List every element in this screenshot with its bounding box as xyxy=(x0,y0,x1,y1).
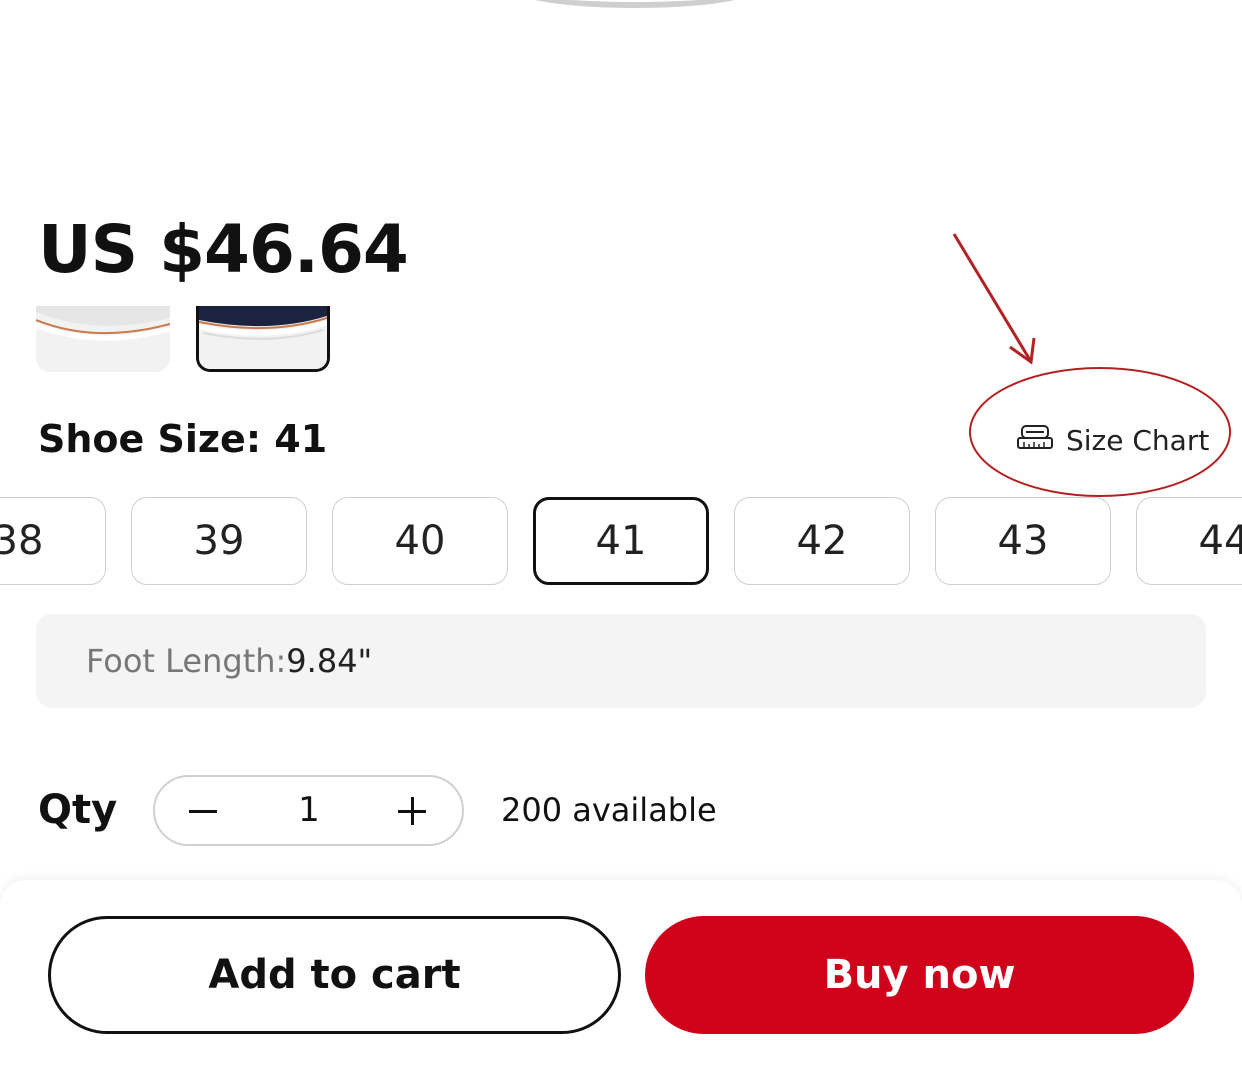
plus-icon[interactable] xyxy=(392,791,432,831)
quantity-value[interactable]: 1 xyxy=(275,777,343,843)
stock-available: 200 available xyxy=(501,791,717,829)
size-option-40[interactable]: 40 xyxy=(332,497,508,585)
size-option-41[interactable]: 41 xyxy=(533,497,709,585)
minus-icon[interactable] xyxy=(183,791,225,831)
size-chart-label: Size Chart xyxy=(1066,423,1210,457)
size-option-44[interactable]: 44 xyxy=(1136,497,1242,585)
foot-length-info: Foot Length: 9.84" xyxy=(36,614,1206,708)
quantity-stepper: 1 xyxy=(153,775,464,846)
shoe-size-selected-value: 41 xyxy=(274,417,328,461)
variant-thumbnail-white[interactable] xyxy=(36,306,170,372)
size-selector: 38 39 40 41 42 43 44 xyxy=(0,497,1242,587)
add-to-cart-button[interactable]: Add to cart xyxy=(48,916,621,1034)
size-option-39[interactable]: 39 xyxy=(131,497,307,585)
size-chart-link[interactable]: Size Chart xyxy=(1016,418,1209,462)
annotation-arrow xyxy=(952,233,1036,365)
variant-thumbnail-navy[interactable] xyxy=(196,306,330,372)
product-price: US $46.64 xyxy=(38,211,409,288)
quantity-label: Qty xyxy=(38,787,118,833)
buy-now-button[interactable]: Buy now xyxy=(645,916,1194,1034)
foot-length-label: Foot Length: xyxy=(86,642,287,680)
product-image xyxy=(470,0,800,14)
foot-length-value: 9.84" xyxy=(286,642,373,680)
size-option-43[interactable]: 43 xyxy=(935,497,1111,585)
shoe-size-label-prefix: Shoe Size: xyxy=(38,417,275,461)
shoe-size-label: Shoe Size: 41 xyxy=(38,414,327,464)
size-option-42[interactable]: 42 xyxy=(734,497,910,585)
size-option-38[interactable]: 38 xyxy=(0,497,106,585)
ruler-icon xyxy=(1016,424,1054,457)
